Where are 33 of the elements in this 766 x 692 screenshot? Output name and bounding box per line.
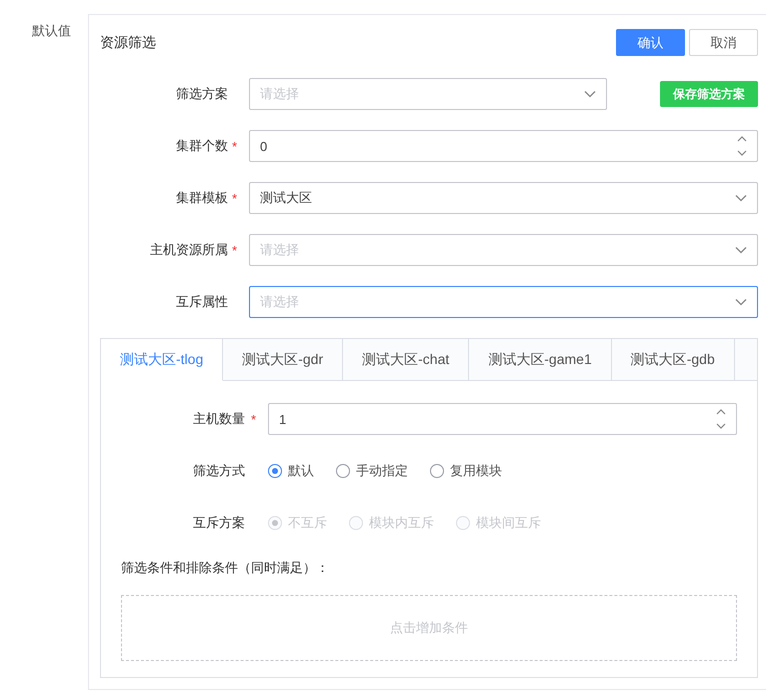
number-field[interactable]: 1 — [268, 403, 737, 435]
tab[interactable]: 测试大区-gdr — [223, 339, 344, 381]
chevron-down-icon — [735, 298, 747, 306]
tab[interactable]: 测试大区-game1 — [469, 339, 612, 381]
field-label: 互斥属性 — [175, 293, 228, 311]
field-label: 主机资源所属 — [149, 241, 228, 259]
select-field[interactable]: 测试大区 — [249, 182, 758, 214]
tab[interactable]: 测试大区-chat — [343, 339, 470, 381]
section-label: 筛选条件和排除条件（同时满足）： — [121, 559, 330, 577]
spinner-icon[interactable] — [716, 408, 726, 430]
radio-option[interactable]: 复用模块 — [430, 462, 502, 480]
confirm-button[interactable]: 确认 — [616, 29, 685, 56]
chevron-down-icon — [584, 90, 596, 98]
number-field[interactable]: 0 — [249, 130, 758, 162]
radio-option[interactable]: 默认 — [268, 462, 314, 480]
field-label: 集群模板 — [175, 189, 228, 207]
spinner-icon[interactable] — [737, 135, 747, 157]
tab[interactable]: 测试大区-gdb — [612, 339, 735, 381]
panel-title: 资源筛选 — [100, 34, 156, 52]
chevron-down-icon — [735, 194, 747, 202]
field-label: 筛选方案 — [175, 85, 228, 103]
field-label: 默认值 — [31, 22, 72, 40]
required-mark: * — [232, 138, 238, 154]
chevron-down-icon — [735, 246, 747, 254]
cancel-button[interactable]: 取消 — [689, 29, 758, 56]
field-label: 主机数量 — [192, 410, 246, 428]
field-label: 筛选方式 — [192, 462, 246, 480]
required-mark: * — [232, 190, 238, 206]
field-label: 互斥方案 — [192, 514, 246, 532]
field-label: 集群个数 — [175, 137, 228, 155]
required-mark: * — [251, 412, 256, 426]
required-mark: * — [232, 242, 238, 258]
radio-option[interactable]: 手动指定 — [336, 462, 408, 480]
